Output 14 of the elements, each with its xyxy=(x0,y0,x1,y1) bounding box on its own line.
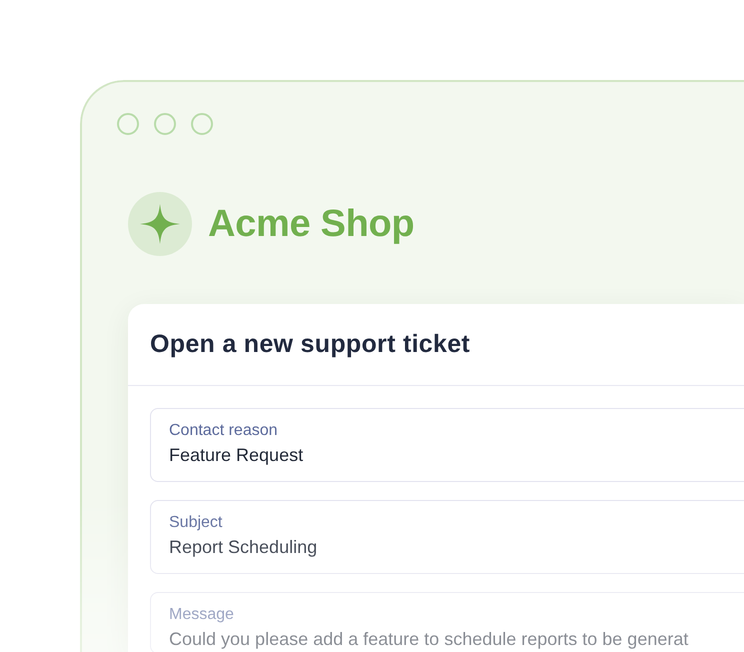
field-value: Feature Request xyxy=(169,444,304,467)
text-field[interactable]: Contact reason Feature Request xyxy=(150,408,744,482)
field-label: Subject xyxy=(169,513,222,532)
window-dot-icon xyxy=(191,113,213,135)
field-label: Contact reason xyxy=(169,421,278,440)
field-value: Could you please add a feature to schedule reports to be generat xyxy=(169,628,688,651)
field-label: Message xyxy=(169,605,234,624)
window-dot-icon xyxy=(117,113,139,135)
form-title: Open a new support ticket xyxy=(150,330,470,359)
sparkle-icon xyxy=(128,192,192,256)
brand-name: Acme Shop xyxy=(208,202,414,246)
text-field[interactable]: Subject Report Scheduling xyxy=(150,500,744,574)
field-value: Report Scheduling xyxy=(169,536,318,559)
window-dot-icon xyxy=(154,113,176,135)
